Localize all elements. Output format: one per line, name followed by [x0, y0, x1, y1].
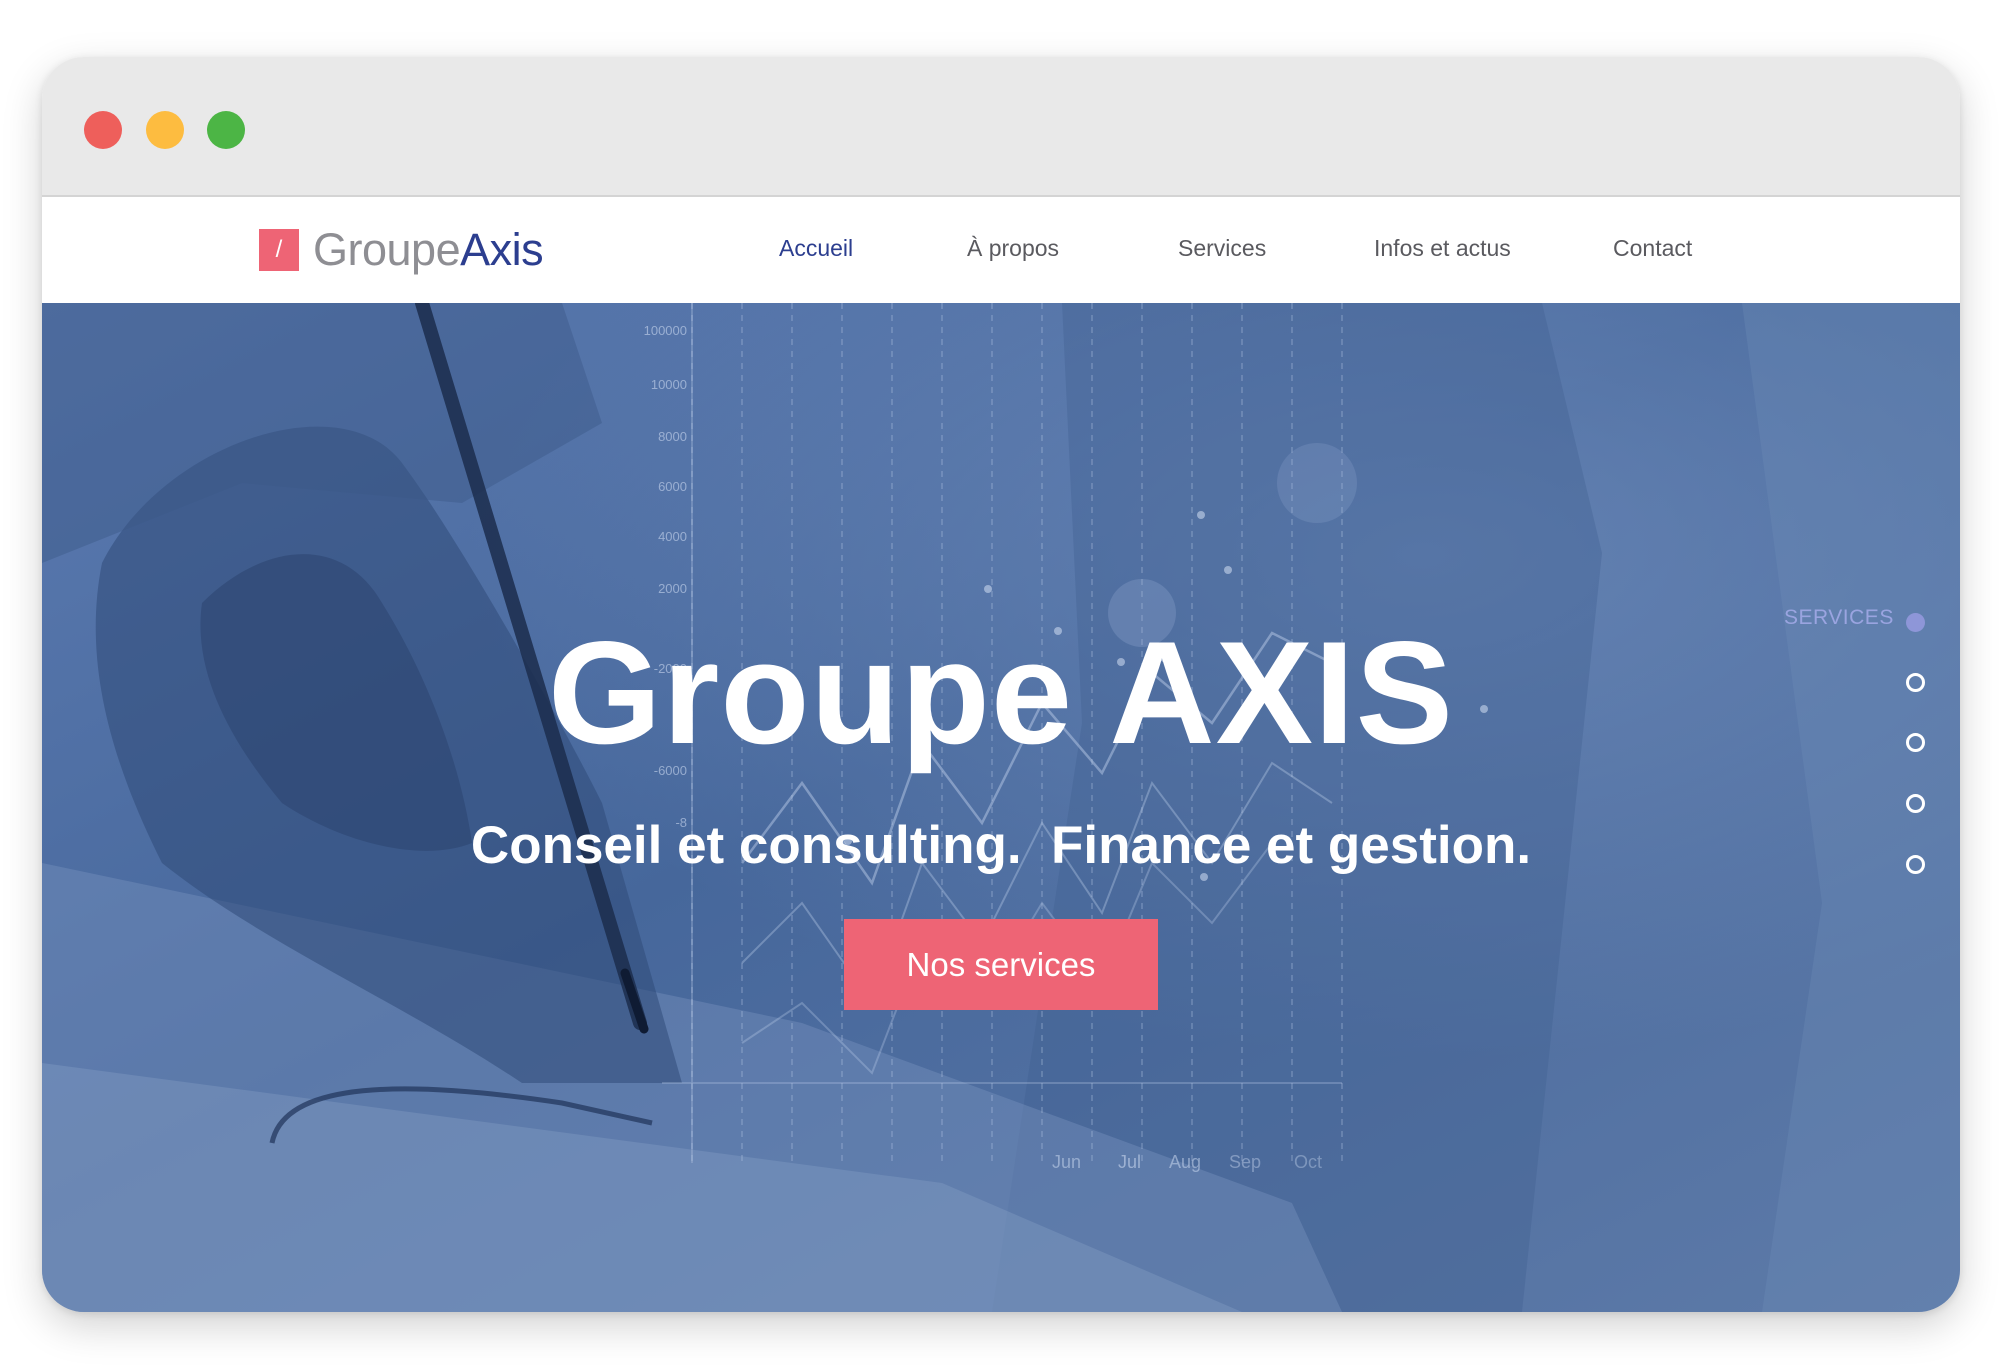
logo-mark-icon: /: [259, 229, 299, 271]
chart-x-tick: Jul: [1118, 1152, 1142, 1172]
nav-item-a-propos[interactable]: À propos: [967, 235, 1059, 262]
chart-y-tick: 2000: [658, 581, 687, 596]
hero-subtitle: Conseil et consulting. Finance et gestio…: [470, 816, 1532, 875]
chart-x-tick: Aug: [1169, 1152, 1202, 1172]
chart-x-tick: Sep: [1229, 1152, 1262, 1172]
section-nav-dot-4[interactable]: [1906, 794, 1925, 813]
nav-item-infos-et-actus[interactable]: Infos et actus: [1374, 235, 1511, 262]
minimize-window-button[interactable]: [146, 111, 184, 149]
chart-x-tick: Oct: [1294, 1152, 1323, 1172]
section-nav-dot-1[interactable]: [1906, 613, 1925, 632]
chart-y-tick: 8000: [658, 429, 687, 444]
close-window-button[interactable]: [84, 111, 122, 149]
site-logo[interactable]: / GroupeAxis: [259, 223, 544, 277]
nos-services-button[interactable]: Nos services: [844, 919, 1158, 1010]
zoom-window-button[interactable]: [207, 111, 245, 149]
window-titlebar: [42, 57, 1960, 197]
logo-wordmark-part2: Axis: [460, 224, 544, 275]
browser-window: / GroupeAxis Accueil À propos Services I…: [42, 57, 1960, 1312]
logo-wordmark-part1: Groupe: [313, 224, 461, 275]
hero-title: Groupe AXIS: [547, 611, 1455, 774]
logo-wordmark: GroupeAxis: [313, 224, 544, 276]
chart-x-tick: Jun: [1052, 1152, 1082, 1172]
chart-y-tick: 100000: [643, 323, 687, 338]
chart-y-tick: 4000: [658, 529, 687, 544]
nav-item-services[interactable]: Services: [1178, 235, 1266, 262]
chart-y-tick: 10000: [650, 377, 687, 392]
nav-item-contact[interactable]: Contact: [1613, 235, 1692, 262]
hero-section: 100000 10000 8000 6000 4000 2000 -2000 -…: [42, 303, 1960, 1312]
site-header: / GroupeAxis Accueil À propos Services I…: [42, 197, 1960, 303]
nav-item-accueil[interactable]: Accueil: [779, 235, 853, 262]
section-nav-dot-5[interactable]: [1906, 855, 1925, 874]
section-nav-dot-2[interactable]: [1906, 673, 1925, 692]
section-nav-dot-3[interactable]: [1906, 733, 1925, 752]
hero-background-image: [42, 303, 1960, 1312]
section-nav-label: SERVICES: [1784, 606, 1894, 629]
logo-mark-glyph: /: [275, 236, 283, 263]
chart-y-tick: 6000: [658, 479, 687, 494]
